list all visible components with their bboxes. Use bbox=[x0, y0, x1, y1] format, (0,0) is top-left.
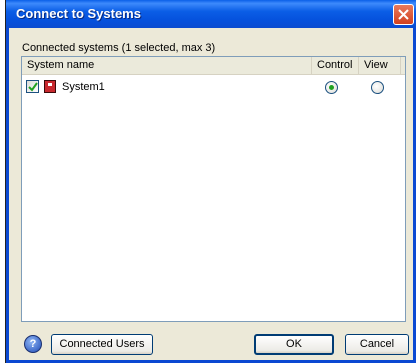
list-header: System name Control View bbox=[22, 57, 405, 75]
column-header-system-name[interactable]: System name bbox=[22, 57, 312, 75]
control-radio[interactable] bbox=[325, 81, 338, 94]
connected-systems-label: Connected systems (1 selected, max 3) bbox=[22, 42, 216, 54]
connected-users-button[interactable]: Connected Users bbox=[51, 334, 153, 355]
column-header-view[interactable]: View bbox=[359, 57, 401, 75]
close-button[interactable] bbox=[393, 4, 414, 25]
checkmark-icon bbox=[28, 82, 38, 92]
help-button[interactable]: ? bbox=[24, 335, 42, 353]
cancel-button[interactable]: Cancel bbox=[345, 334, 409, 355]
close-icon bbox=[398, 9, 409, 20]
system-name: System1 bbox=[62, 81, 105, 93]
system-icon bbox=[44, 80, 56, 93]
column-header-control[interactable]: Control bbox=[312, 57, 359, 75]
connect-dialog: Connect to Systems Connected systems (1 … bbox=[6, 0, 416, 363]
view-radio[interactable] bbox=[371, 81, 384, 94]
systems-list[interactable]: System name Control View System1 bbox=[21, 56, 406, 322]
title-bar[interactable]: Connect to Systems bbox=[6, 0, 416, 28]
ok-button[interactable]: OK bbox=[254, 334, 334, 355]
cancel-label: Cancel bbox=[359, 338, 395, 350]
help-icon: ? bbox=[29, 338, 37, 350]
system-checkbox[interactable] bbox=[26, 80, 39, 93]
ok-label: OK bbox=[286, 338, 302, 350]
system-row[interactable]: System1 bbox=[22, 79, 405, 97]
connected-users-label: Connected Users bbox=[59, 338, 145, 350]
dialog-title: Connect to Systems bbox=[16, 6, 141, 21]
